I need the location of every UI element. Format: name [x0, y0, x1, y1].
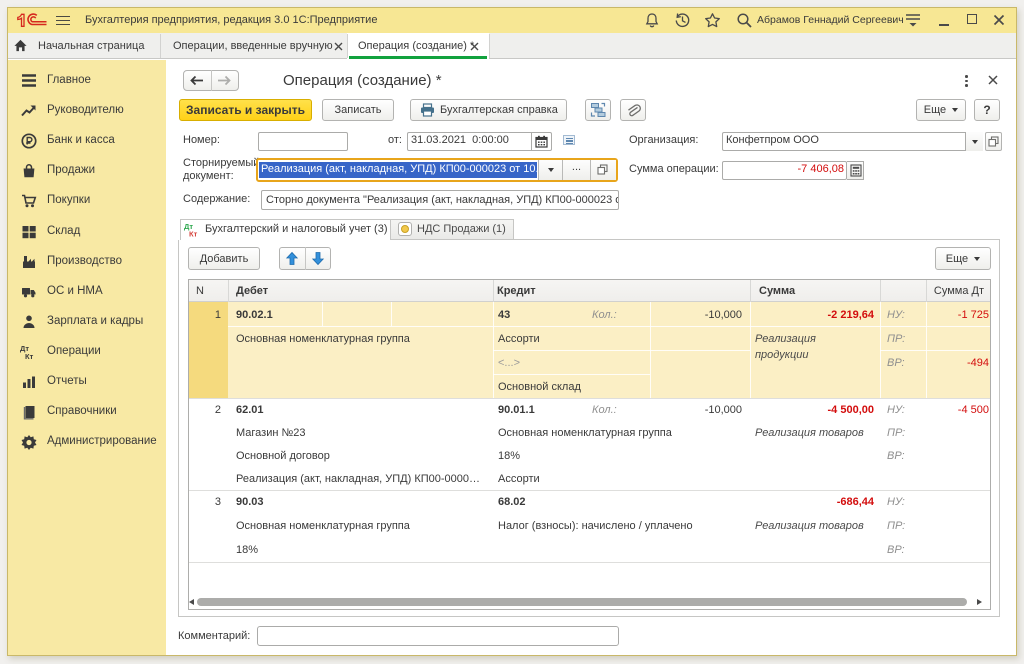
- svg-text:Кт: Кт: [25, 352, 34, 360]
- svg-text:Кт: Кт: [189, 230, 198, 238]
